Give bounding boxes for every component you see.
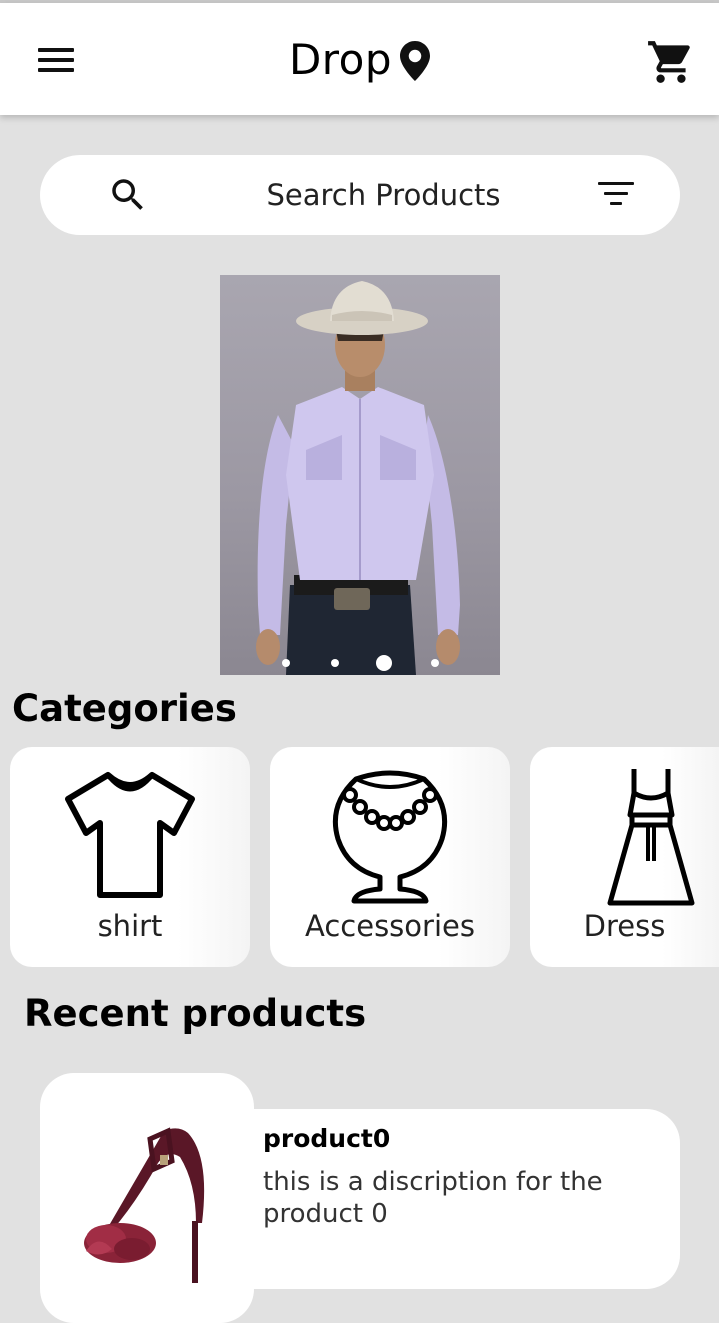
product-name: product0: [263, 1124, 391, 1153]
carousel-dot[interactable]: [331, 659, 339, 667]
category-label: Accessories: [305, 909, 475, 943]
filter-icon-bar: [610, 202, 622, 205]
category-label: Dress: [583, 909, 666, 943]
category-card-shirt[interactable]: shirt: [10, 747, 250, 967]
filter-icon-bar: [604, 192, 628, 195]
category-card-dress[interactable]: Dress: [530, 747, 719, 967]
search-icon[interactable]: [107, 174, 149, 216]
app-title-group: Drop: [0, 3, 719, 115]
recent-products-title: Recent products: [24, 992, 367, 1035]
app-bar: Drop: [0, 3, 719, 115]
filter-icon[interactable]: [594, 176, 638, 216]
cart-button[interactable]: [646, 37, 696, 87]
dress-icon: [607, 769, 695, 906]
shopping-cart-icon: [648, 41, 690, 83]
t-shirt-icon: [65, 772, 195, 898]
app-title: Drop: [288, 34, 393, 84]
location-pin-icon: [400, 41, 431, 81]
banner-image: [256, 281, 460, 675]
product-image-card[interactable]: [40, 1073, 254, 1323]
product-image: [84, 1127, 205, 1283]
category-label: shirt: [97, 909, 163, 943]
carousel-dot[interactable]: [431, 659, 439, 667]
categories-title: Categories: [12, 687, 237, 730]
necklace-bust-icon: [332, 770, 448, 904]
banner-carousel[interactable]: [220, 275, 500, 675]
carousel-dot[interactable]: [282, 659, 290, 667]
product-description: this is a discription for the product 0: [263, 1167, 603, 1229]
carousel-dot-active[interactable]: [376, 655, 392, 671]
filter-icon-bar: [598, 182, 634, 185]
category-card-accessories[interactable]: Accessories: [270, 747, 510, 967]
